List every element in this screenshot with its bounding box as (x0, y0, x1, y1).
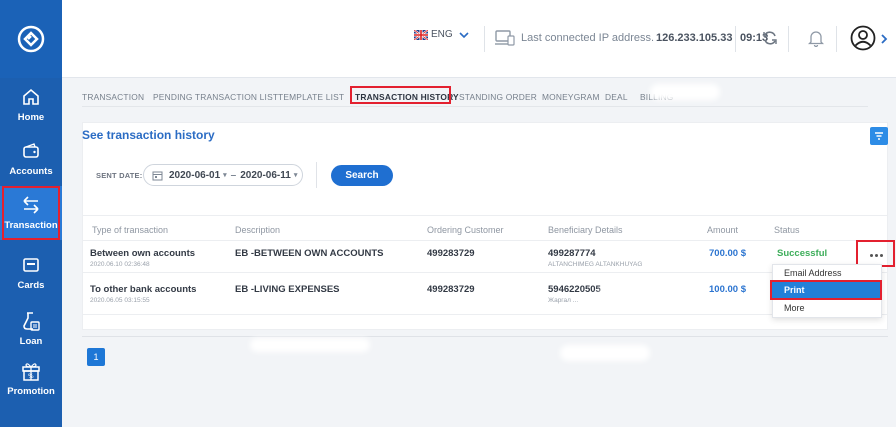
status-badge: Successful (777, 248, 828, 259)
sidebar-item-label: Cards (17, 280, 45, 291)
menu-item-email-address[interactable]: Email Address (784, 268, 842, 278)
tabs-divider (82, 106, 868, 107)
last-ip-label: Last connected IP address. (521, 32, 655, 44)
transaction-timestamp: 2020.06.05 03:15:55 (90, 297, 150, 304)
beneficiary-account: 5946220505 (548, 284, 601, 295)
separator (484, 26, 485, 52)
date-to-dropdown-icon: ▾ (293, 172, 298, 179)
transaction-type: Between own accounts (90, 248, 196, 259)
logo-icon (17, 25, 45, 53)
date-to: 2020-06-11 (240, 169, 291, 181)
transaction-type: To other bank accounts (90, 284, 197, 295)
ordering-customer: 499283729 (427, 248, 475, 259)
last-ip-value: 126.233.105.33 (656, 32, 733, 44)
date-range-dash: – (230, 169, 237, 181)
column-header-type: Type of transaction (92, 225, 169, 235)
sidebar-item-label: Promotion (7, 386, 55, 397)
separator (836, 26, 837, 52)
sidebar-item-accounts[interactable]: Accounts (0, 138, 62, 186)
sidebar-item-label: Accounts (9, 166, 53, 177)
sidebar: Home Accounts Transaction Cards Loan % P… (0, 0, 62, 427)
highlight-box-print (770, 280, 882, 300)
redaction-patch (250, 338, 370, 352)
date-from: 2020-06-01 (169, 169, 221, 181)
separator (788, 26, 789, 52)
calendar-icon (152, 171, 163, 180)
transaction-description: EB -BETWEEN OWN ACCOUNTS (235, 248, 384, 259)
card-icon (18, 252, 44, 278)
date-from-dropdown-icon: ▾ (223, 172, 227, 179)
column-header-description: Description (235, 225, 281, 235)
highlight-box-transaction (2, 186, 60, 240)
bank-logo[interactable] (0, 0, 62, 78)
sent-date-label: SENT DATE: (96, 171, 143, 180)
bell-icon[interactable] (808, 29, 824, 47)
tab-transaction[interactable]: TRANSACTION (82, 92, 144, 102)
section-title: See transaction history (82, 128, 215, 142)
transaction-timestamp: 2020.06.10 02:36:48 (90, 261, 150, 268)
filter-button[interactable] (870, 127, 888, 145)
sidebar-item-label: Home (17, 112, 45, 123)
loan-icon (18, 308, 44, 334)
refresh-icon[interactable] (762, 30, 778, 46)
column-header-ordering-customer: Ordering Customer (427, 225, 504, 235)
footer-divider (82, 336, 888, 337)
table-divider (82, 240, 888, 241)
sidebar-item-cards[interactable]: Cards (0, 252, 62, 300)
table-divider (82, 272, 888, 273)
language-selector[interactable]: ENG (414, 29, 469, 40)
redaction-patch (560, 345, 650, 361)
transaction-amount: 700.00 $ (709, 248, 746, 259)
column-header-beneficiary: Beneficiary Details (548, 225, 623, 235)
transaction-description: EB -LIVING EXPENSES (235, 284, 340, 295)
highlight-box-transaction-history (350, 86, 451, 104)
filter-separator (316, 162, 317, 188)
chevron-right-icon[interactable] (880, 34, 888, 44)
tab-deal[interactable]: DEAL (605, 92, 628, 102)
table-divider (82, 314, 888, 315)
search-button[interactable]: Search (331, 165, 393, 186)
device-icon (495, 30, 515, 46)
sidebar-item-loan[interactable]: Loan (0, 308, 62, 356)
beneficiary-name: ALTANCHIMEG ALTANKHUYAG (548, 261, 643, 268)
transaction-amount: 100.00 $ (709, 284, 746, 295)
tab-pending-transaction-list[interactable]: PENDING TRANSACTION LIST (153, 92, 278, 102)
tab-template-list[interactable]: TEMPLATE LIST (278, 92, 344, 102)
language-label: ENG (431, 29, 453, 40)
tab-moneygram[interactable]: MONEYGRAM (542, 92, 600, 102)
ordering-customer: 499283729 (427, 284, 475, 295)
home-icon (18, 84, 44, 110)
svg-text:%: % (28, 373, 34, 380)
redaction-patch (598, 288, 678, 304)
sidebar-item-promotion[interactable]: % Promotion (0, 358, 62, 412)
filter-icon (875, 132, 883, 140)
beneficiary-account: 499287774 (548, 248, 596, 259)
column-header-amount: Amount (707, 225, 739, 235)
highlight-box-more-options (856, 240, 895, 267)
menu-item-more[interactable]: More (784, 303, 805, 313)
beneficiary-name: Жаргал ... (548, 297, 579, 304)
wallet-icon (18, 138, 44, 164)
sidebar-item-home[interactable]: Home (0, 84, 62, 138)
gift-icon: % (18, 358, 44, 384)
table-divider (82, 215, 888, 216)
top-bar: ENG Last connected IP address. 126.233.1… (62, 0, 896, 78)
sidebar-item-label: Loan (19, 336, 43, 347)
user-avatar-icon[interactable] (850, 25, 876, 51)
chevron-down-icon (459, 31, 469, 38)
pagination-page-1[interactable]: 1 (87, 348, 105, 366)
date-range-picker[interactable]: 2020-06-01 ▾ – 2020-06-11 ▾ (143, 164, 303, 186)
uk-flag-icon (414, 29, 428, 40)
column-header-status: Status (774, 225, 800, 235)
tab-standing-order[interactable]: STANDING ORDER (459, 92, 537, 102)
redaction-patch (650, 84, 720, 100)
